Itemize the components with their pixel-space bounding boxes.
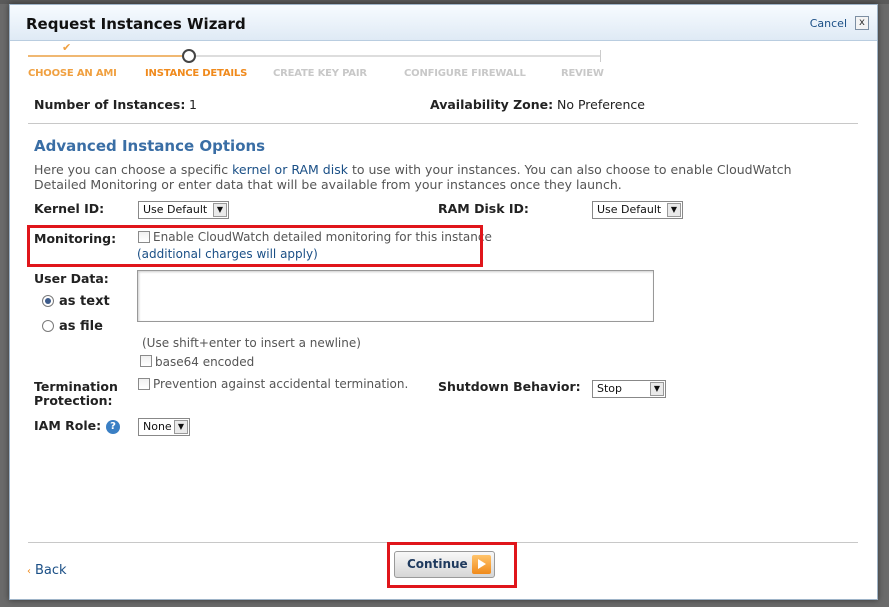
dialog-title: Request Instances Wizard bbox=[26, 15, 246, 33]
highlight-box-continue bbox=[387, 542, 517, 588]
chevron-down-icon: ▼ bbox=[213, 203, 227, 217]
radio-as-text[interactable] bbox=[42, 295, 54, 307]
divider bbox=[28, 123, 858, 124]
radio-as-text-label: as text bbox=[59, 294, 110, 309]
close-icon[interactable]: x bbox=[855, 16, 869, 30]
zone-label: Availability Zone: bbox=[430, 97, 554, 112]
ramdisk-label: RAM Disk ID: bbox=[438, 201, 529, 216]
step-choose-ami: CHOOSE AN AMI bbox=[28, 68, 117, 79]
chevron-down-icon: ▼ bbox=[650, 382, 664, 396]
dialog-titlebar: Request Instances Wizard Cancel x bbox=[10, 5, 877, 41]
back-label: Back bbox=[35, 563, 67, 578]
userdata-textarea[interactable] bbox=[137, 270, 654, 322]
ramdisk-select[interactable]: Use Default ▼ bbox=[592, 201, 683, 219]
radio-as-file-label: as file bbox=[59, 319, 103, 334]
step-instance-details: INSTANCE DETAILS bbox=[145, 68, 248, 79]
desc-text-pre: Here you can choose a specific bbox=[34, 162, 233, 177]
back-link[interactable]: ‹ Back bbox=[27, 563, 67, 578]
cancel-link[interactable]: Cancel bbox=[810, 17, 847, 30]
help-icon[interactable]: ? bbox=[106, 420, 120, 434]
iam-select-value: None bbox=[143, 420, 172, 433]
step-configure-firewall: CONFIGURE FIREWALL bbox=[404, 68, 526, 79]
step-create-key-pair: CREATE KEY PAIR bbox=[273, 68, 367, 79]
chevron-left-icon: ‹ bbox=[27, 566, 31, 577]
chevron-down-icon: ▼ bbox=[667, 203, 681, 217]
progress-fill bbox=[28, 55, 190, 57]
zone-value: No Preference bbox=[557, 97, 645, 112]
termination-label-line1: Termination bbox=[34, 379, 118, 394]
kernel-ramdisk-link[interactable]: kernel or RAM disk bbox=[232, 162, 348, 177]
termination-checkbox-label: Prevention against accidental terminatio… bbox=[153, 377, 409, 391]
termination-checkbox[interactable] bbox=[138, 378, 150, 390]
radio-as-file[interactable] bbox=[42, 320, 54, 332]
base64-checkbox[interactable] bbox=[140, 355, 152, 367]
kernel-select-value: Use Default bbox=[143, 203, 208, 216]
instances-value: 1 bbox=[189, 97, 197, 112]
kernel-select[interactable]: Use Default ▼ bbox=[138, 201, 229, 219]
progress-end-marker bbox=[600, 50, 601, 62]
iam-select[interactable]: None ▼ bbox=[138, 418, 190, 436]
termination-label-line2: Protection: bbox=[34, 393, 113, 408]
section-description: Here you can choose a specific kernel or… bbox=[34, 162, 834, 192]
userdata-label: User Data: bbox=[34, 271, 109, 286]
ramdisk-select-value: Use Default bbox=[597, 203, 662, 216]
instances-label: Number of Instances: bbox=[34, 97, 186, 112]
chevron-down-icon: ▼ bbox=[174, 420, 188, 434]
iam-label: IAM Role: bbox=[34, 418, 102, 433]
wizard-dialog: Request Instances Wizard Cancel x ✔ CHOO… bbox=[9, 4, 878, 600]
userdata-hint: (Use shift+enter to insert a newline) bbox=[142, 336, 361, 350]
kernel-label: Kernel ID: bbox=[34, 201, 105, 216]
shutdown-select[interactable]: Stop ▼ bbox=[592, 380, 666, 398]
current-step-marker bbox=[182, 49, 196, 63]
step-review: REVIEW bbox=[561, 68, 604, 79]
base64-checkbox-label: base64 encoded bbox=[155, 355, 255, 369]
section-title: Advanced Instance Options bbox=[34, 137, 266, 155]
shutdown-select-value: Stop bbox=[597, 382, 623, 395]
highlight-box-monitoring bbox=[27, 225, 483, 267]
shutdown-label: Shutdown Behavior: bbox=[438, 379, 581, 394]
checkmark-icon: ✔ bbox=[62, 41, 72, 54]
